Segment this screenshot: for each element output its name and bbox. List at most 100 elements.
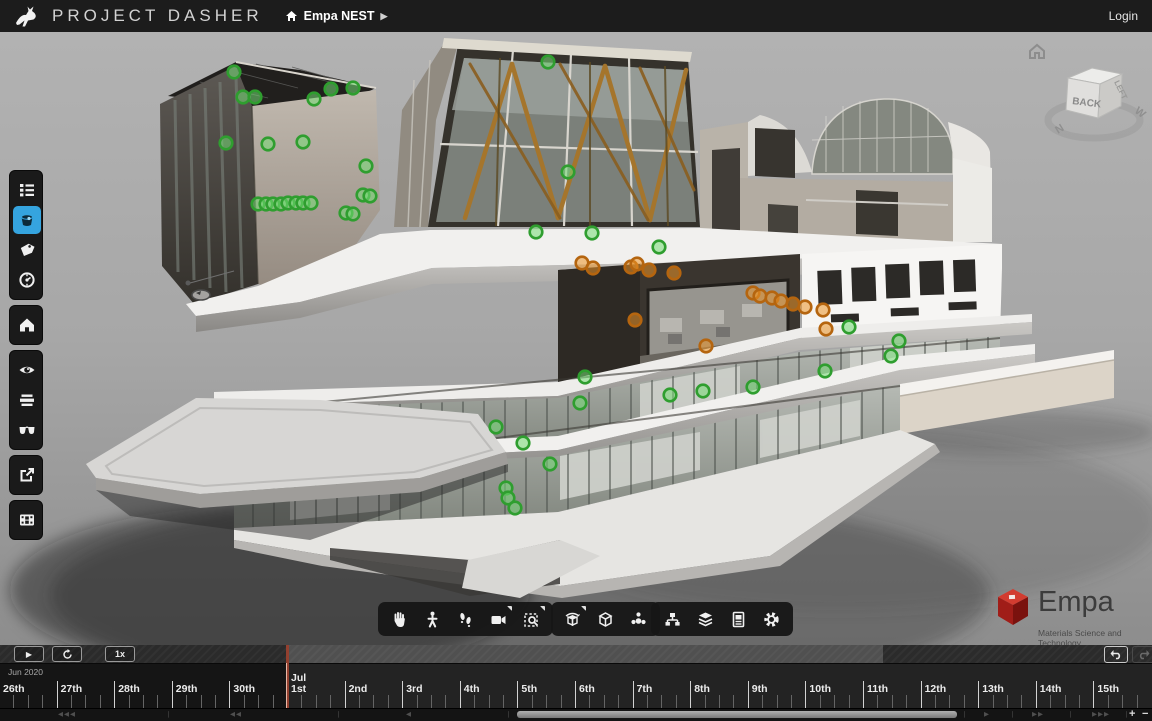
settings-button[interactable] xyxy=(756,604,787,634)
redo-button[interactable] xyxy=(1132,646,1152,663)
breadcrumb[interactable]: Empa NEST ▶ xyxy=(285,9,388,23)
levels-button[interactable] xyxy=(13,386,41,414)
sensor-dot-green[interactable] xyxy=(747,381,760,394)
sensor-dot-green[interactable] xyxy=(530,226,543,239)
properties-button[interactable] xyxy=(723,604,754,634)
sensor-dot-green[interactable] xyxy=(562,166,575,179)
timeline-scroll-step[interactable]: ❘ xyxy=(166,710,172,718)
chevron-right-icon[interactable]: ▶ xyxy=(380,11,387,22)
building-model-canvas[interactable] xyxy=(0,32,1152,645)
time-dial-button[interactable] xyxy=(13,266,41,294)
sensor-dot-green[interactable] xyxy=(325,83,338,96)
speed-button[interactable]: 1x xyxy=(105,646,135,662)
sensor-dot-orange[interactable] xyxy=(787,298,800,311)
visibility-button[interactable] xyxy=(13,356,41,384)
sensor-dot-orange[interactable] xyxy=(631,258,644,271)
sensor-dot-green[interactable] xyxy=(249,91,262,104)
sensor-dot-orange[interactable] xyxy=(668,267,681,280)
sensor-dot-green[interactable] xyxy=(305,197,318,210)
sensor-dot-orange[interactable] xyxy=(775,295,788,308)
walk-button[interactable] xyxy=(417,604,448,634)
sensor-dot-green[interactable] xyxy=(819,365,832,378)
video-button[interactable] xyxy=(13,506,41,534)
layers-button[interactable] xyxy=(690,604,721,634)
sensor-dot-green[interactable] xyxy=(885,350,898,363)
timeline-scroll-step[interactable]: ❘ xyxy=(336,710,342,718)
footprints-button[interactable] xyxy=(450,604,481,634)
sensor-dot-orange[interactable] xyxy=(700,340,713,353)
timeline-month-change-label: Jul xyxy=(291,672,306,684)
sensor-dot-green[interactable] xyxy=(579,371,592,384)
login-button[interactable]: Login xyxy=(1109,9,1138,23)
sensor-dot-green[interactable] xyxy=(542,56,555,69)
sensor-dot-orange[interactable] xyxy=(643,264,656,277)
timeline-scrollbar[interactable]: + − ◀◀◀❘◀◀❘◀❘❘▶❘▶▶❘▶▶▶❘ xyxy=(0,708,1152,721)
xray-glasses-button[interactable] xyxy=(13,416,41,444)
surface-shading-button[interactable] xyxy=(13,206,41,234)
home-view-button[interactable] xyxy=(13,311,41,339)
sensor-dot-green[interactable] xyxy=(228,66,241,79)
timeline-scroll-step[interactable]: ▶▶ xyxy=(1032,710,1044,718)
sensor-dot-green[interactable] xyxy=(360,160,373,173)
timeline-scrollbar-thumb[interactable] xyxy=(517,711,957,718)
pan-hand-button[interactable] xyxy=(384,604,415,634)
timeline-scroll-step[interactable]: ▶▶▶ xyxy=(1092,710,1110,718)
timeline-scroll-step[interactable]: ▶ xyxy=(984,710,990,718)
timeline-minor-tick xyxy=(676,695,677,709)
sensor-dot-green[interactable] xyxy=(664,389,677,402)
sensor-dot-green[interactable] xyxy=(586,227,599,240)
sensor-dot-green[interactable] xyxy=(843,321,856,334)
timeline-current-marker[interactable] xyxy=(286,645,289,708)
empa-subtitle: Materials Science and Technology xyxy=(1038,628,1144,645)
timeline-scroll-step[interactable]: ❘ xyxy=(962,710,968,718)
sensor-dot-green[interactable] xyxy=(574,397,587,410)
timeline-transport-strip[interactable]: ▶ 1x xyxy=(0,645,1152,663)
sensor-dot-orange[interactable] xyxy=(587,262,600,275)
timeline-scroll-step[interactable]: ◀ xyxy=(406,710,412,718)
sensor-dot-green[interactable] xyxy=(653,241,666,254)
sensor-dot-green[interactable] xyxy=(509,502,522,515)
tags-button[interactable] xyxy=(13,236,41,264)
sensor-dot-green[interactable] xyxy=(220,137,233,150)
sensor-dot-orange[interactable] xyxy=(817,304,830,317)
model-tree-button[interactable] xyxy=(657,604,688,634)
sensor-dot-green[interactable] xyxy=(893,335,906,348)
sensor-dot-green[interactable] xyxy=(262,138,275,151)
timeline-scroll-step[interactable]: ❘ xyxy=(1010,710,1016,718)
timeline-scroll-step[interactable]: ❘ xyxy=(506,710,512,718)
sensor-dot-orange[interactable] xyxy=(754,290,767,303)
sensor-dot-green[interactable] xyxy=(697,385,710,398)
cube-view-button[interactable] xyxy=(590,604,621,634)
sensor-dot-green[interactable] xyxy=(308,93,321,106)
sensor-dot-orange[interactable] xyxy=(629,314,642,327)
orbit-button[interactable] xyxy=(557,604,588,634)
timeline-day-tick xyxy=(172,681,173,709)
sensor-dot-green[interactable] xyxy=(347,82,360,95)
viewcube-home-button[interactable] xyxy=(1030,45,1044,58)
viewcube-cube[interactable]: BACK LEFT xyxy=(1066,68,1129,118)
explode-button[interactable] xyxy=(623,604,654,634)
sensor-dot-green[interactable] xyxy=(544,458,557,471)
timeline-scroll-step[interactable]: ❘ xyxy=(1068,710,1074,718)
share-button[interactable] xyxy=(13,461,41,489)
sensor-dot-green[interactable] xyxy=(364,190,377,203)
viewcube[interactable]: N W BACK LEFT xyxy=(1022,38,1150,150)
sensor-dot-green[interactable] xyxy=(297,136,310,149)
timeline-scroll-step[interactable]: ◀◀◀ xyxy=(58,710,76,718)
zoom-window-button[interactable] xyxy=(516,604,547,634)
sensor-dot-green[interactable] xyxy=(490,421,503,434)
model-list-button[interactable] xyxy=(13,176,41,204)
viewport-3d[interactable]: N W BACK LEFT xyxy=(0,32,1152,645)
sensor-dot-green[interactable] xyxy=(347,208,360,221)
timeline-ruler[interactable]: Jun 2020 26th27th28th29th30th1stJul2nd3r… xyxy=(0,663,1152,709)
timeline-zoom-out-button[interactable]: − xyxy=(1142,708,1148,720)
sensor-dot-orange[interactable] xyxy=(799,301,812,314)
camera-button[interactable] xyxy=(483,604,514,634)
timeline-scroll-step[interactable]: ❘ xyxy=(1124,710,1130,718)
play-button[interactable]: ▶ xyxy=(14,646,44,662)
sensor-dot-green[interactable] xyxy=(517,437,530,450)
timeline-scroll-step[interactable]: ◀◀ xyxy=(230,710,242,718)
loop-button[interactable] xyxy=(52,646,82,662)
undo-button[interactable] xyxy=(1104,646,1128,663)
sensor-dot-orange[interactable] xyxy=(820,323,833,336)
